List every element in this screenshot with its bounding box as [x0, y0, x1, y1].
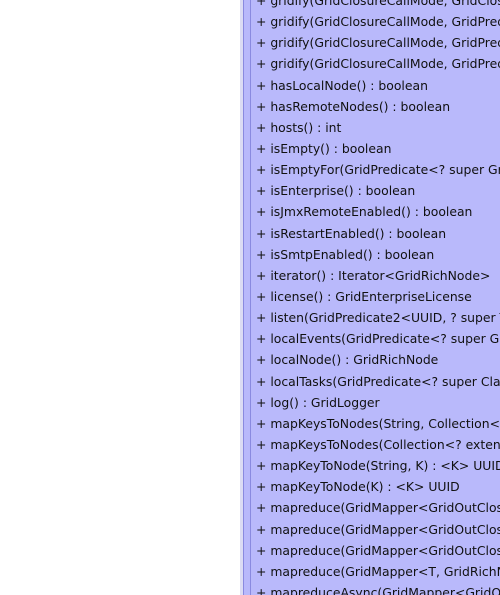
method-entry: + localNode() : GridRichNode — [256, 352, 439, 368]
method-entry: + hosts() : int — [256, 119, 342, 135]
method-entry: + isEnterprise() : boolean — [256, 183, 416, 199]
method-entry: + listen(GridPredicate2<UUID, ? super T>… — [256, 310, 500, 326]
method-entry: + mapreduceAsync(GridMapper<GridOutC — [256, 584, 500, 595]
class-box-inner-border — [250, 0, 251, 595]
method-entry: + mapKeysToNodes(Collection<? extends — [256, 436, 500, 452]
method-entry: + mapKeysToNodes(String, Collection<? ex — [256, 415, 500, 431]
method-entry: + isSmtpEnabled() : boolean — [256, 246, 435, 262]
method-entry: + isEmptyFor(GridPredicate<? super GridR — [256, 162, 500, 178]
method-entry: + mapreduce(GridMapper<GridOutClosure — [256, 500, 500, 516]
method-entry: + localEvents(GridPredicate<? super Grid… — [256, 331, 500, 347]
method-entry: + gridify(GridClosureCallMode, GridClosu — [256, 0, 500, 8]
method-entry: + mapreduce(GridMapper<T, GridRichNod — [256, 563, 500, 579]
method-entry: + log() : GridLogger — [256, 394, 380, 410]
method-entry: + gridify(GridClosureCallMode, GridPredi… — [256, 56, 500, 72]
diagram-canvas: + gridify(GridClosureCallMode, GridClosu… — [0, 0, 500, 595]
method-entry: + hasLocalNode() : boolean — [256, 77, 428, 93]
method-entry: + isJmxRemoteEnabled() : boolean — [256, 204, 473, 220]
method-entry: + mapreduce(GridMapper<GridOutClosure — [256, 542, 500, 558]
method-entry: + hasRemoteNodes() : boolean — [256, 98, 451, 114]
method-entry: + gridify(GridClosureCallMode, GridPredi… — [256, 35, 500, 51]
method-entry: + license() : GridEnterpriseLicense — [256, 288, 472, 304]
method-entry: + mapKeyToNode(K) : <K> UUID — [256, 479, 460, 495]
method-entry: + localTasks(GridPredicate<? super Class… — [256, 373, 500, 389]
method-list: + gridify(GridClosureCallMode, GridClosu… — [256, 0, 500, 595]
method-entry: + gridify(GridClosureCallMode, GridPredi… — [256, 14, 500, 30]
method-entry: + mapreduce(GridMapper<GridOutClosure — [256, 521, 500, 537]
method-entry: + isRestartEnabled() : boolean — [256, 225, 447, 241]
method-entry: + mapKeyToNode(String, K) : <K> UUID — [256, 458, 500, 474]
method-entry: + iterator() : Iterator<GridRichNode> — [256, 267, 491, 283]
method-entry: + isEmpty() : boolean — [256, 140, 392, 156]
